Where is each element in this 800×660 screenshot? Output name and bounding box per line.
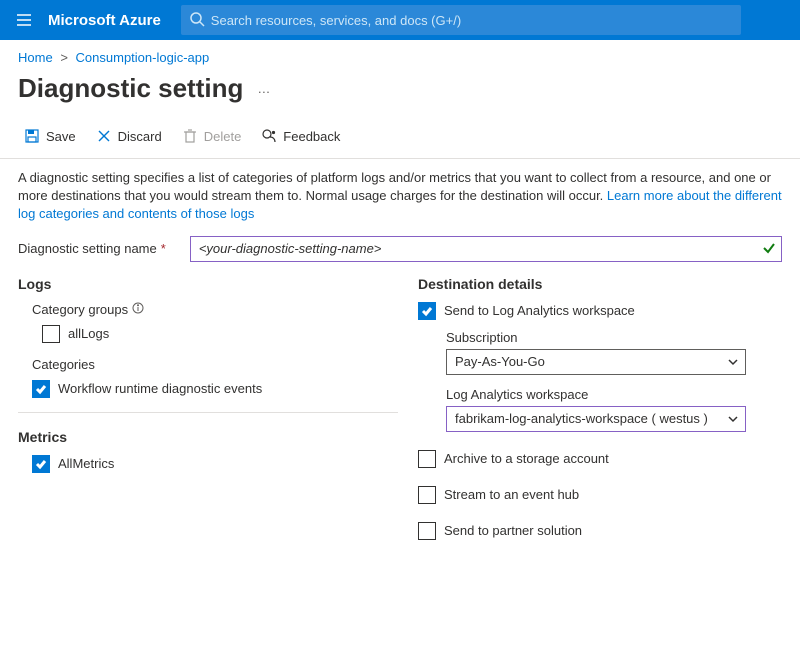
logs-heading: Logs xyxy=(18,276,398,292)
alllogs-label: allLogs xyxy=(68,326,109,341)
checkbox-checked-icon xyxy=(418,302,436,320)
archive-storage-label: Archive to a storage account xyxy=(444,451,609,466)
global-search xyxy=(181,5,741,35)
feedback-label: Feedback xyxy=(283,129,340,144)
workflow-events-label: Workflow runtime diagnostic events xyxy=(58,381,262,396)
allmetrics-checkbox[interactable]: AllMetrics xyxy=(32,455,398,473)
discard-label: Discard xyxy=(118,129,162,144)
search-input[interactable] xyxy=(181,5,741,35)
send-law-label: Send to Log Analytics workspace xyxy=(444,303,635,318)
law-select[interactable]: fabrikam-log-analytics-workspace ( westu… xyxy=(446,406,746,432)
stream-eventhub-label: Stream to an event hub xyxy=(444,487,579,502)
brand-label: Microsoft Azure xyxy=(40,12,181,29)
checkbox-unchecked-icon xyxy=(418,522,436,540)
search-icon xyxy=(189,11,205,27)
subscription-value: Pay-As-You-Go xyxy=(455,354,545,369)
setting-name-label: Diagnostic setting name* xyxy=(18,241,166,256)
subscription-select[interactable]: Pay-As-You-Go xyxy=(446,349,746,375)
delete-label: Delete xyxy=(204,129,242,144)
workflow-events-checkbox[interactable]: Workflow runtime diagnostic events xyxy=(32,380,398,398)
command-bar: Save Discard Delete Feedback xyxy=(0,116,800,159)
topbar: Microsoft Azure xyxy=(0,0,800,40)
allmetrics-label: AllMetrics xyxy=(58,456,114,471)
description-text: A diagnostic setting specifies a list of… xyxy=(0,159,800,236)
checkbox-unchecked-icon xyxy=(418,450,436,468)
metrics-heading: Metrics xyxy=(18,429,398,445)
chevron-down-icon xyxy=(727,356,739,368)
chevron-down-icon xyxy=(727,413,739,425)
discard-button[interactable]: Discard xyxy=(90,120,168,152)
required-indicator: * xyxy=(157,241,166,256)
title-more-button[interactable]: … xyxy=(257,81,271,96)
law-value: fabrikam-log-analytics-workspace ( westu… xyxy=(455,411,708,426)
save-label: Save xyxy=(46,129,76,144)
valid-check-icon xyxy=(762,241,776,255)
divider xyxy=(18,412,398,413)
checkbox-unchecked-icon xyxy=(42,325,60,343)
category-groups-label: Category groups xyxy=(32,302,398,317)
breadcrumb-home[interactable]: Home xyxy=(18,50,53,65)
stream-eventhub-checkbox[interactable]: Stream to an event hub xyxy=(418,486,782,504)
feedback-button[interactable]: Feedback xyxy=(255,120,346,152)
checkbox-unchecked-icon xyxy=(418,486,436,504)
alllogs-checkbox[interactable]: allLogs xyxy=(42,325,398,343)
send-partner-label: Send to partner solution xyxy=(444,523,582,538)
send-law-checkbox[interactable]: Send to Log Analytics workspace xyxy=(418,302,782,320)
checkbox-checked-icon xyxy=(32,455,50,473)
law-label: Log Analytics workspace xyxy=(446,387,782,402)
delete-button: Delete xyxy=(176,120,248,152)
subscription-label: Subscription xyxy=(446,330,782,345)
send-partner-checkbox[interactable]: Send to partner solution xyxy=(418,522,782,540)
categories-label: Categories xyxy=(32,357,398,372)
page-title: Diagnostic setting xyxy=(18,73,243,104)
save-button[interactable]: Save xyxy=(18,120,82,152)
breadcrumb-separator: > xyxy=(56,50,72,65)
menu-button[interactable] xyxy=(8,4,40,36)
checkbox-checked-icon xyxy=(32,380,50,398)
breadcrumb-resource[interactable]: Consumption-logic-app xyxy=(76,50,210,65)
destination-heading: Destination details xyxy=(418,276,782,292)
breadcrumb: Home > Consumption-logic-app xyxy=(0,40,800,71)
info-icon[interactable] xyxy=(132,302,144,317)
archive-storage-checkbox[interactable]: Archive to a storage account xyxy=(418,450,782,468)
setting-name-input[interactable] xyxy=(190,236,782,262)
